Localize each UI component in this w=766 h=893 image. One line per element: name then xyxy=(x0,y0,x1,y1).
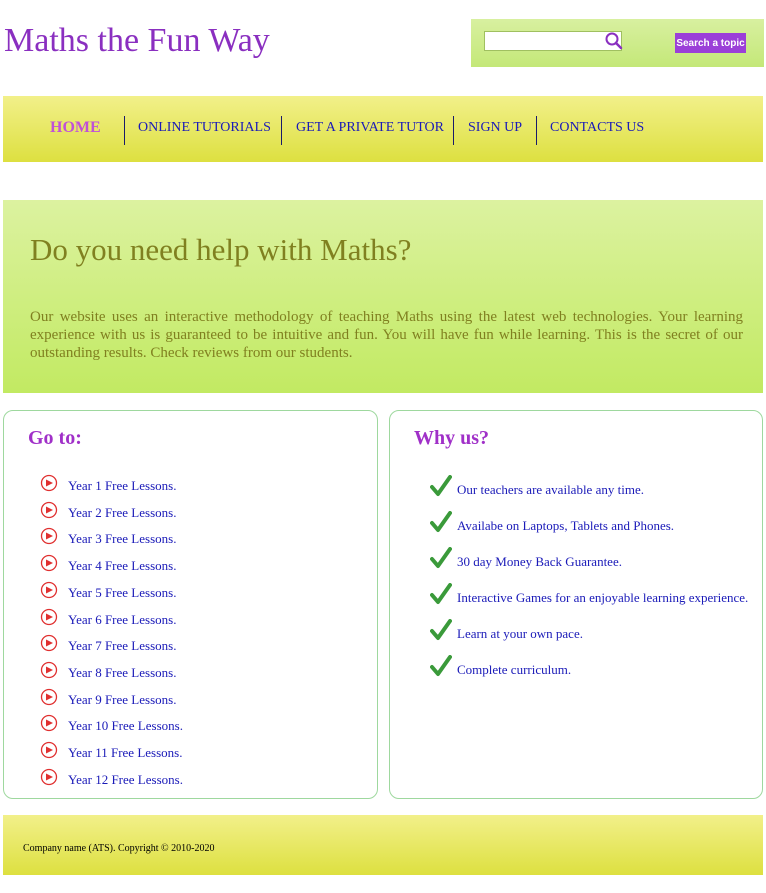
nav-separator xyxy=(124,116,125,145)
nav-item-online-tutorials[interactable]: ONLINE TUTORIALS xyxy=(138,120,271,136)
goto-link-label: Year 6 Free Lessons. xyxy=(68,611,177,627)
why-item: Our teachers are available any time. xyxy=(430,475,760,499)
goto-link-label: Year 10 Free Lessons. xyxy=(68,718,183,734)
arrow-circle-icon xyxy=(40,608,58,631)
hero-title: Do you need help with Maths? xyxy=(30,232,412,267)
goto-link[interactable]: Year 10 Free Lessons. xyxy=(40,714,340,734)
goto-link[interactable]: Year 6 Free Lessons. xyxy=(40,608,340,628)
hero-banner: Do you need help with Maths? Our website… xyxy=(3,200,763,393)
arrow-circle-icon xyxy=(40,474,58,497)
nav-separator xyxy=(453,116,454,145)
why-item-label: Availabe on Laptops, Tablets and Phones. xyxy=(457,518,675,533)
arrow-circle-icon xyxy=(40,688,58,711)
why-item-label: Learn at your own pace. xyxy=(457,626,583,641)
arrow-circle-icon xyxy=(40,768,58,791)
goto-link[interactable]: Year 3 Free Lessons. xyxy=(40,527,340,547)
check-icon xyxy=(430,475,452,502)
why-item: Complete curriculum. xyxy=(430,655,760,679)
goto-link-label: Year 5 Free Lessons. xyxy=(68,584,177,600)
nav-item-private-tutor[interactable]: GET A PRIVATE TUTOR xyxy=(296,120,444,136)
goto-link[interactable]: Year 11 Free Lessons. xyxy=(40,741,340,761)
site-title: Maths the Fun Way xyxy=(4,22,270,59)
arrow-circle-icon xyxy=(40,581,58,604)
why-item: Availabe on Laptops, Tablets and Phones. xyxy=(430,511,760,535)
goto-panel: Go to: Year 1 Free Lessons. Year 2 Free L… xyxy=(3,410,378,799)
nav-separator xyxy=(281,116,282,145)
goto-link-label: Year 4 Free Lessons. xyxy=(68,558,177,574)
why-item: Learn at your own pace. xyxy=(430,619,760,643)
why-item-label: 30 day Money Back Guarantee. xyxy=(457,554,622,569)
why-item-label: Complete curriculum. xyxy=(457,662,572,677)
goto-link[interactable]: Year 5 Free Lessons. xyxy=(40,581,340,601)
goto-link[interactable]: Year 8 Free Lessons. xyxy=(40,661,340,681)
arrow-circle-icon xyxy=(40,501,58,524)
search-icon[interactable] xyxy=(605,32,623,55)
goto-link-label: Year 3 Free Lessons. xyxy=(68,531,177,547)
footer: Company name (ATS). Copyright © 2010-202… xyxy=(3,815,763,875)
check-icon xyxy=(430,583,452,610)
arrow-circle-icon xyxy=(40,714,58,737)
nav-item-home[interactable]: HOME xyxy=(50,119,101,137)
check-icon xyxy=(430,511,452,538)
main-nav: HOME ONLINE TUTORIALS GET A PRIVATE TUTO… xyxy=(3,96,763,162)
arrow-circle-icon xyxy=(40,527,58,550)
goto-heading: Go to: xyxy=(28,427,82,449)
goto-link-label: Year 8 Free Lessons. xyxy=(68,664,177,680)
check-icon xyxy=(430,547,452,574)
goto-link[interactable]: Year 12 Free Lessons. xyxy=(40,768,340,788)
nav-item-contacts[interactable]: CONTACTS US xyxy=(550,120,644,136)
nav-item-sign-up[interactable]: SIGN UP xyxy=(468,120,522,136)
goto-link[interactable]: Year 9 Free Lessons. xyxy=(40,688,340,708)
why-item-label: Interactive Games for an enjoyable learn… xyxy=(457,590,749,605)
arrow-circle-icon xyxy=(40,554,58,577)
goto-link[interactable]: Year 4 Free Lessons. xyxy=(40,554,340,574)
goto-link[interactable]: Year 1 Free Lessons. xyxy=(40,474,340,494)
goto-link-label: Year 9 Free Lessons. xyxy=(68,691,177,707)
goto-link[interactable]: Year 7 Free Lessons. xyxy=(40,634,340,654)
why-item: 30 day Money Back Guarantee. xyxy=(430,547,760,571)
goto-link[interactable]: Year 2 Free Lessons. xyxy=(40,501,340,521)
nav-separator xyxy=(536,116,537,145)
goto-link-label: Year 12 Free Lessons. xyxy=(68,771,183,787)
search-area: Search a topic xyxy=(471,19,764,67)
why-heading: Why us? xyxy=(414,427,490,449)
check-icon xyxy=(430,655,452,682)
hero-text: Our website uses an interactive methodol… xyxy=(30,309,743,361)
goto-link-label: Year 11 Free Lessons. xyxy=(68,745,183,760)
why-item: Interactive Games for an enjoyable learn… xyxy=(430,583,760,607)
arrow-circle-icon xyxy=(40,661,58,684)
arrow-circle-icon xyxy=(40,741,58,764)
footer-copyright: Company name (ATS). Copyright © 2010-202… xyxy=(23,843,215,854)
check-icon xyxy=(430,619,452,646)
why-item-label: Our teachers are available any time. xyxy=(457,482,644,497)
goto-link-label: Year 2 Free Lessons. xyxy=(68,504,177,520)
search-input[interactable] xyxy=(484,31,622,51)
why-panel: Why us? Our teachers are available any t… xyxy=(389,410,763,799)
goto-link-label: Year 1 Free Lessons. xyxy=(68,478,177,493)
arrow-circle-icon xyxy=(40,634,58,657)
search-button[interactable]: Search a topic xyxy=(675,33,746,53)
goto-link-label: Year 7 Free Lessons. xyxy=(68,638,177,654)
